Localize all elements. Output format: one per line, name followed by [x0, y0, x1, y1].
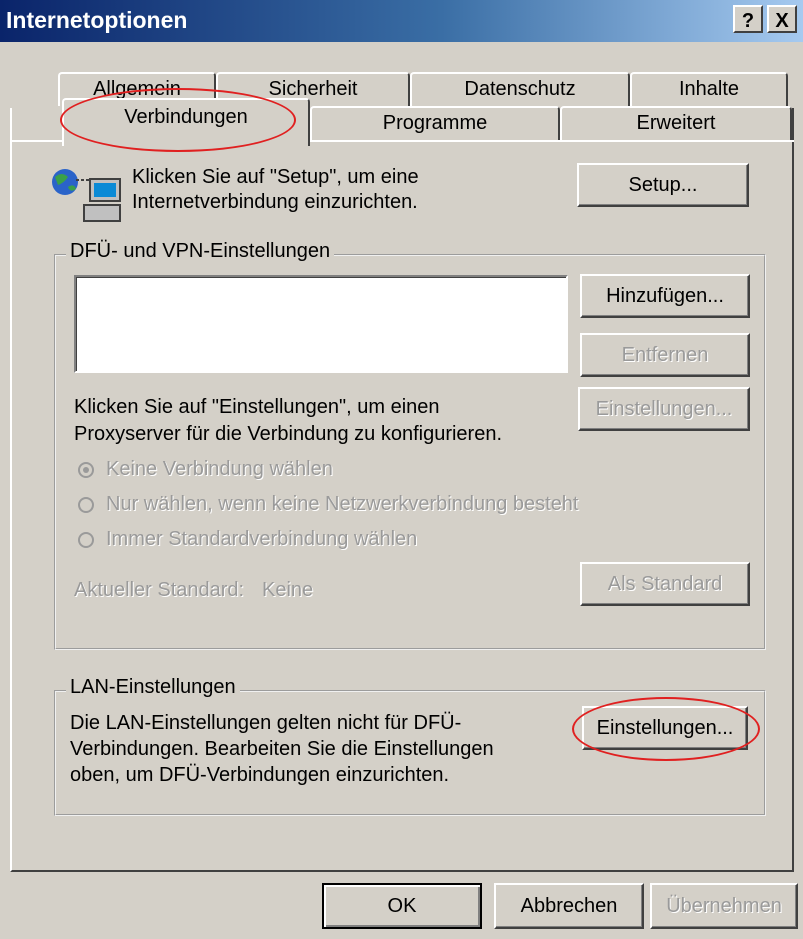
radio-label-always-dial-default: Immer Standardverbindung wählen: [106, 528, 418, 550]
lan-text-line2: Verbindungen. Bearbeiten Sie die Einstel…: [70, 738, 494, 760]
tab-verbindungen[interactable]: Verbindungen: [62, 98, 310, 146]
radio-always-dial-default[interactable]: [78, 532, 94, 548]
ok-button[interactable]: OK: [322, 883, 482, 929]
panel-top-edge-left: [10, 140, 62, 142]
cancel-button[interactable]: Abbrechen: [494, 883, 644, 929]
set-default-button[interactable]: Als Standard: [580, 562, 750, 606]
radio-label-dial-when-no-network: Nur wählen, wenn keine Netzwerkverbindun…: [106, 493, 579, 515]
tab-label: Verbindungen: [124, 106, 248, 128]
radio-dial-when-no-network[interactable]: [78, 497, 94, 513]
apply-button[interactable]: Übernehmen: [650, 883, 798, 929]
remove-button[interactable]: Entfernen: [580, 333, 750, 377]
tab-label: Inhalte: [678, 78, 740, 100]
radio-selected-dot: [83, 467, 89, 473]
close-button[interactable]: X: [767, 5, 797, 33]
network-connection-icon: [52, 169, 121, 222]
connection-listbox[interactable]: [74, 275, 568, 373]
setup-text-line1: Klicken Sie auf "Setup", um eine: [132, 166, 419, 188]
radio-label-no-dial: Keine Verbindung wählen: [106, 458, 333, 480]
lan-text-line1: Die LAN-Einstellungen gelten nicht für D…: [70, 712, 462, 734]
tab-datenschutz[interactable]: Datenschutz: [410, 72, 630, 106]
help-button[interactable]: ?: [733, 5, 763, 33]
tab-label: Datenschutz: [464, 78, 576, 100]
current-default-value: Keine: [262, 579, 314, 601]
panel-top-edge-right: [310, 140, 794, 142]
window-title: Internetoptionen: [6, 7, 188, 33]
setup-text-line2: Internetverbindung einzurichten.: [132, 191, 418, 213]
add-button[interactable]: Hinzufügen...: [580, 274, 750, 318]
dialup-vpn-legend: DFÜ- und VPN-Einstellungen: [66, 240, 335, 263]
radio-no-dial[interactable]: [78, 462, 94, 478]
setup-button[interactable]: Setup...: [577, 163, 749, 207]
tab-inhalte[interactable]: Inhalte: [630, 72, 788, 106]
lan-legend: LAN-Einstellungen: [66, 676, 240, 699]
lan-settings-button[interactable]: Einstellungen...: [582, 706, 748, 750]
lan-text-line3: oben, um DFÜ-Verbindungen einzurichten.: [70, 764, 450, 786]
dialup-settings-button[interactable]: Einstellungen...: [578, 387, 750, 431]
proxy-text-line1: Klicken Sie auf "Einstellungen", um eine…: [74, 396, 440, 418]
current-default-label: Aktueller Standard:: [74, 579, 245, 601]
proxy-text-line2: Proxyserver für die Verbindung zu konfig…: [74, 423, 503, 445]
title-bar[interactable]: Internetoptionen ? X: [0, 0, 803, 42]
